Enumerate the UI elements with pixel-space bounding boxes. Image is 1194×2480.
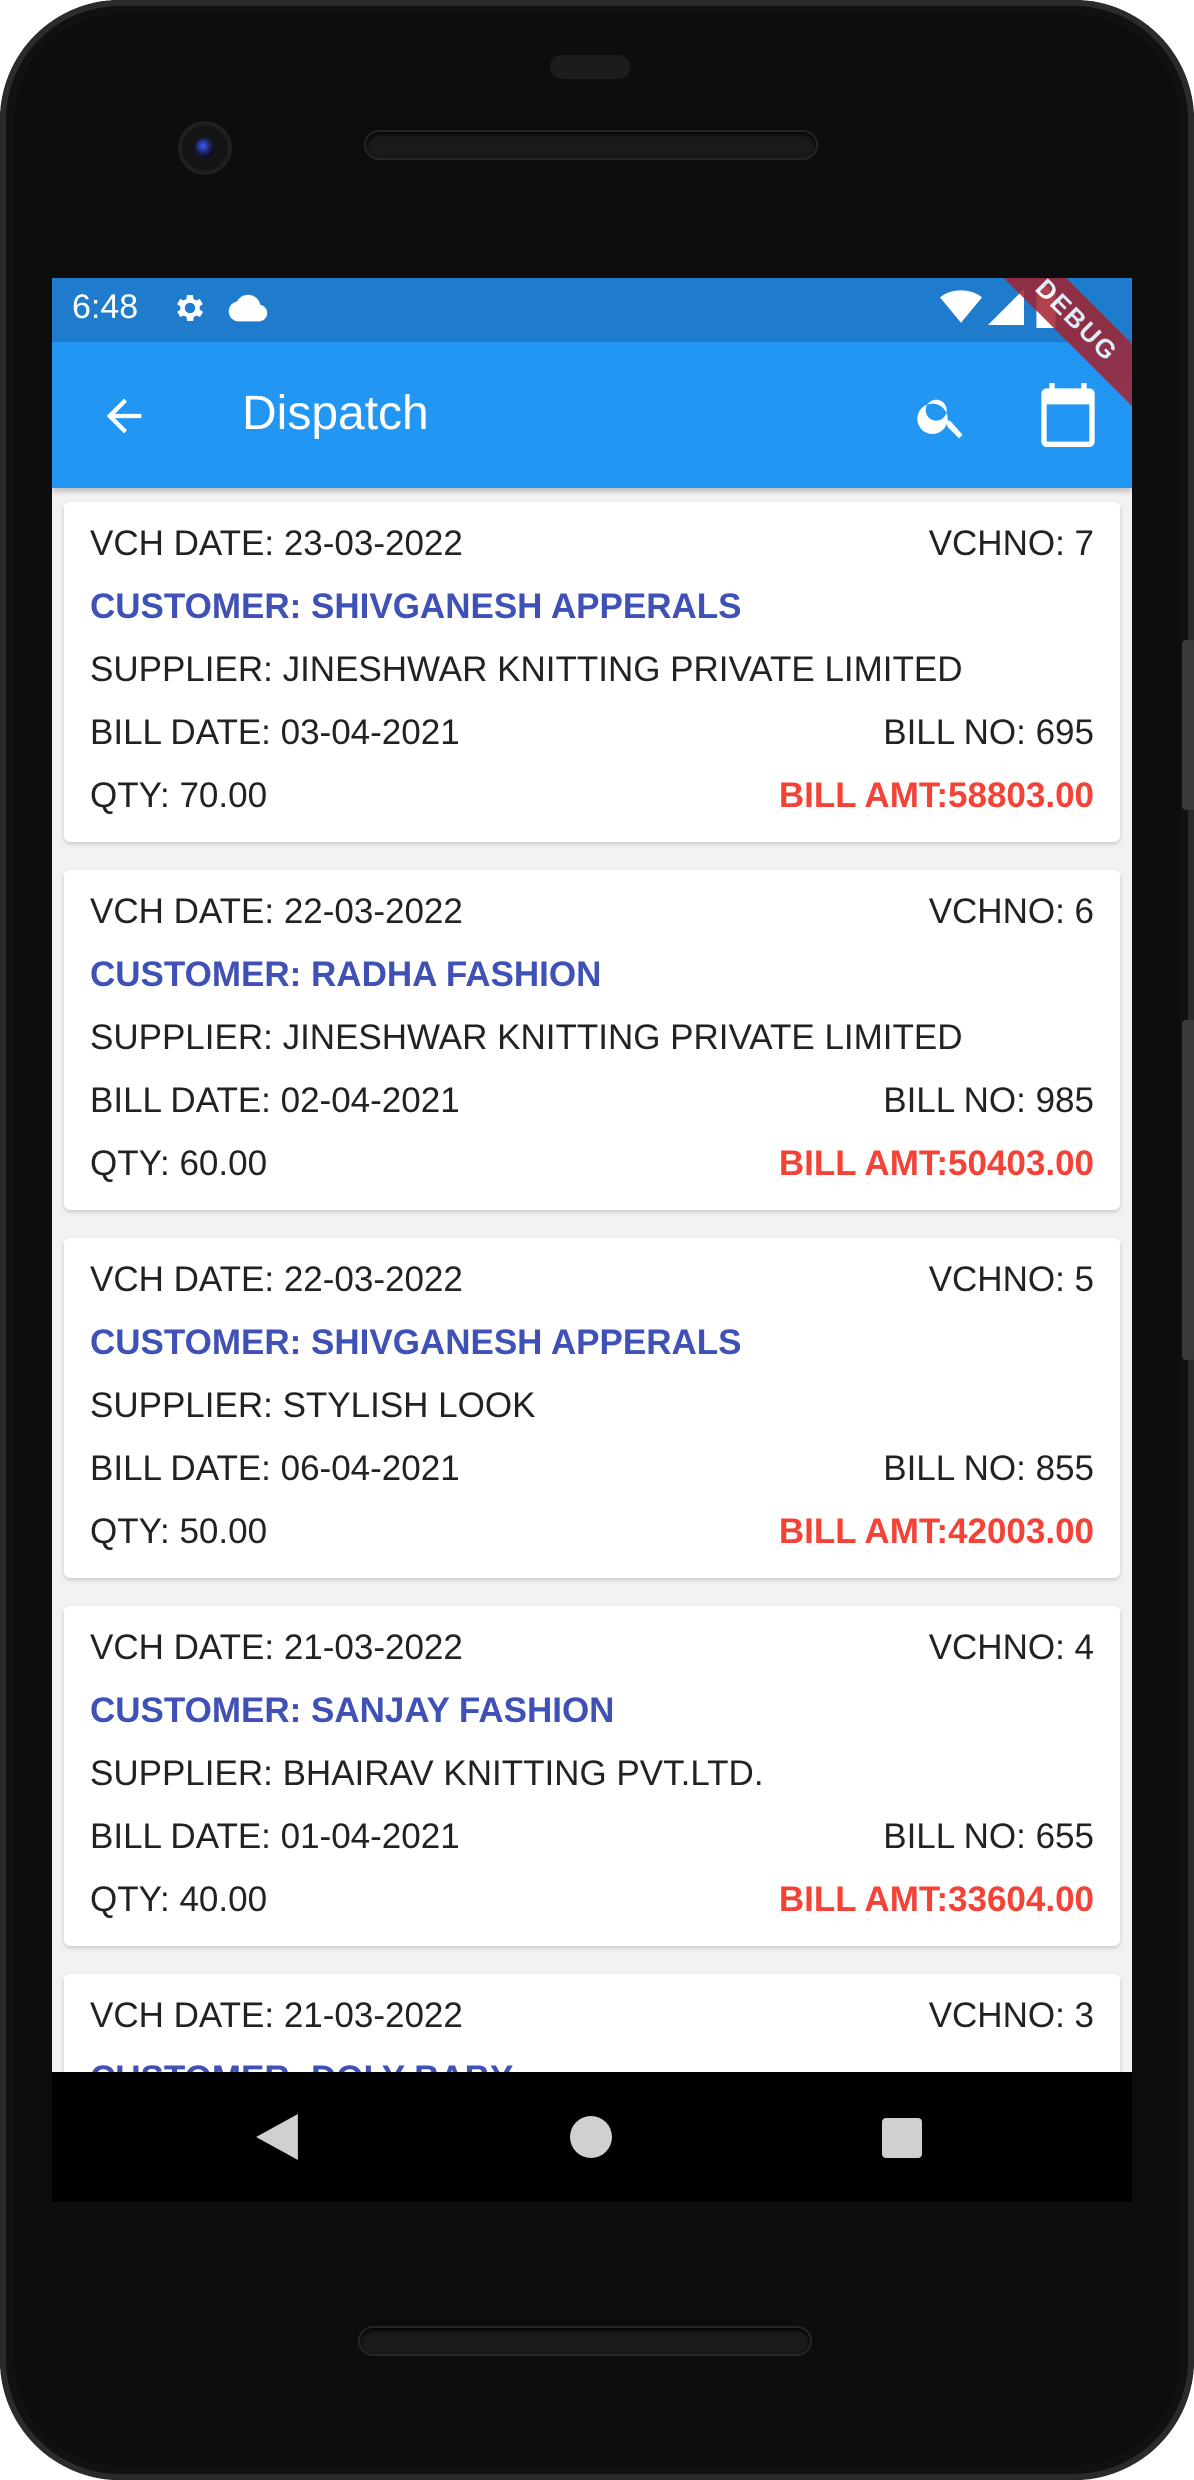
vch-no: VCHNO: 7 [928,524,1094,563]
back-button[interactable] [98,390,150,447]
signal-icon [988,288,1024,331]
voucher-card[interactable]: VCH DATE: 22-03-2022 VCHNO: 5 CUSTOMER: … [64,1238,1120,1578]
app-bar: Dispatch [52,342,1132,488]
gear-icon [172,290,208,331]
customer-name: CUSTOMER: SHIVGANESH APPERALS [90,1323,742,1362]
supplier-name: SUPPLIER: STYLISH LOOK [90,1386,536,1425]
bill-no: BILL NO: 655 [883,1817,1094,1856]
vch-date: VCH DATE: 21-03-2022 [90,1996,463,2035]
bill-amount: BILL AMT:33604.00 [778,1880,1094,1919]
front-camera-icon [182,125,228,171]
vch-date: VCH DATE: 22-03-2022 [90,1260,463,1299]
customer-name: CUSTOMER: DOLY BABY [90,2059,513,2072]
vch-no: VCHNO: 6 [928,892,1094,931]
nav-home-button[interactable] [570,2116,612,2163]
quantity: QTY: 40.00 [90,1880,268,1919]
volume-button [1182,1020,1194,1360]
bill-date: BILL DATE: 01-04-2021 [90,1817,460,1856]
bill-date: BILL DATE: 02-04-2021 [90,1081,460,1120]
supplier-name: SUPPLIER: JINESHWAR KNITTING PRIVATE LIM… [90,650,963,689]
vch-date: VCH DATE: 21-03-2022 [90,1628,463,1667]
bill-no: BILL NO: 985 [883,1081,1094,1120]
page-title: Dispatch [242,387,429,440]
quantity: QTY: 50.00 [90,1512,268,1551]
cloud-icon [228,292,268,329]
supplier-name: SUPPLIER: BHAIRAV KNITTING PVT.LTD. [90,1754,764,1793]
vch-no: VCHNO: 3 [928,1996,1094,2035]
bill-date: BILL DATE: 03-04-2021 [90,713,460,752]
vch-no: VCHNO: 5 [928,1260,1094,1299]
wifi-icon [940,288,982,331]
nav-back-icon [256,2114,298,2160]
bill-amount: BILL AMT:50403.00 [778,1144,1094,1183]
nav-recents-icon [882,2118,922,2158]
voucher-card[interactable]: VCH DATE: 21-03-2022 VCHNO: 3 CUSTOMER: … [64,1974,1120,2072]
voucher-card[interactable]: VCH DATE: 21-03-2022 VCHNO: 4 CUSTOMER: … [64,1606,1120,1946]
search-button[interactable] [914,388,970,449]
quantity: QTY: 60.00 [90,1144,268,1183]
earpiece-speaker [366,132,816,158]
phone-frame: 6:48 Dispatch DEBUG VCH DATE: 23-03-2022… [0,0,1194,2480]
voucher-list[interactable]: VCH DATE: 23-03-2022 VCHNO: 7 CUSTOMER: … [52,488,1132,2072]
bill-no: BILL NO: 695 [883,713,1094,752]
voucher-card[interactable]: VCH DATE: 23-03-2022 VCHNO: 7 CUSTOMER: … [64,502,1120,842]
vch-date: VCH DATE: 22-03-2022 [90,892,463,931]
power-button [1182,640,1194,810]
vch-no: VCHNO: 4 [928,1628,1094,1667]
top-sensor [550,55,630,79]
customer-name: CUSTOMER: SHIVGANESH APPERALS [90,587,742,626]
status-time: 6:48 [72,288,139,326]
calendar-icon [1041,383,1095,447]
customer-name: CUSTOMER: RADHA FASHION [90,955,602,994]
bill-amount: BILL AMT:58803.00 [778,776,1094,815]
bottom-speaker [360,2328,810,2354]
customer-name: CUSTOMER: SANJAY FASHION [90,1691,615,1730]
vch-date: VCH DATE: 23-03-2022 [90,524,463,563]
status-bar: 6:48 [52,278,1132,342]
calendar-button[interactable] [1036,380,1100,455]
arrow-back-icon [106,398,142,434]
nav-recents-button[interactable] [882,2118,922,2163]
bill-amount: BILL AMT:42003.00 [778,1512,1094,1551]
nav-back-button[interactable] [256,2114,298,2165]
supplier-name: SUPPLIER: JINESHWAR KNITTING PRIVATE LIM… [90,1018,963,1057]
voucher-card[interactable]: VCH DATE: 22-03-2022 VCHNO: 6 CUSTOMER: … [64,870,1120,1210]
bill-no: BILL NO: 855 [883,1449,1094,1488]
search-icon [917,399,963,439]
system-nav-bar [52,2072,1132,2202]
bill-date: BILL DATE: 06-04-2021 [90,1449,460,1488]
quantity: QTY: 70.00 [90,776,268,815]
app-screen: 6:48 Dispatch DEBUG VCH DATE: 23-03-2022… [52,278,1132,2072]
nav-home-icon [570,2116,612,2158]
